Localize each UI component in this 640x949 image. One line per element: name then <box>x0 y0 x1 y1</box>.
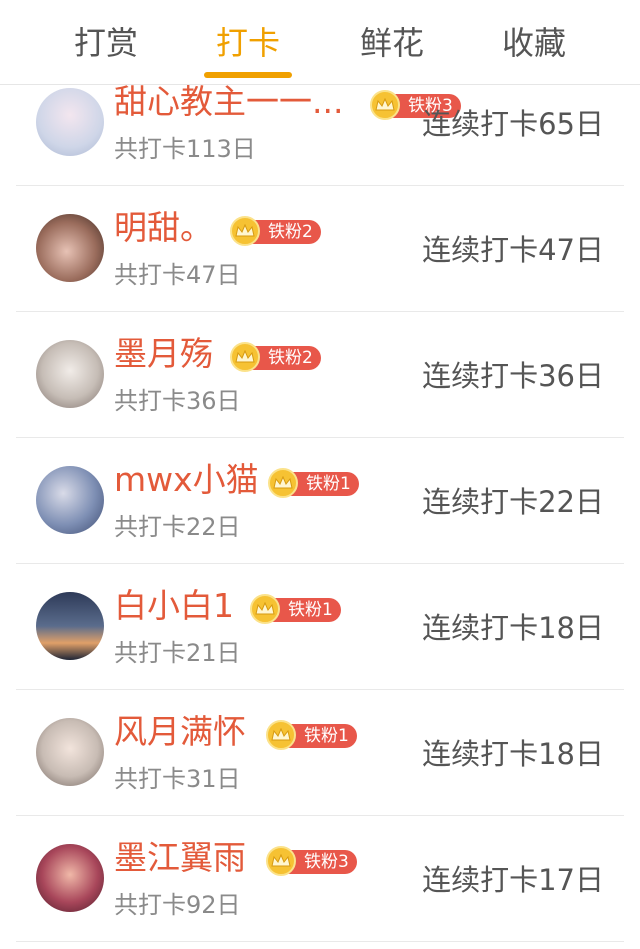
streak-checkin: 连续打卡22日 <box>422 485 604 519</box>
crown-icon <box>266 720 296 750</box>
total-checkin: 共打卡92日 <box>114 891 241 919</box>
avatar[interactable] <box>36 214 104 282</box>
user-name[interactable]: 白小白1 <box>114 584 234 628</box>
avatar[interactable] <box>36 718 104 786</box>
streak-checkin: 连续打卡18日 <box>422 611 604 645</box>
crown-icon <box>230 342 260 372</box>
avatar[interactable] <box>36 844 104 912</box>
tab-flowers[interactable]: 鲜花 <box>332 18 452 68</box>
crown-icon <box>268 468 298 498</box>
crown-icon <box>250 594 280 624</box>
list-item[interactable]: 墨月殇 铁粉2 共打卡36日 连续打卡36日 <box>0 312 640 438</box>
user-name[interactable]: 风月满怀 <box>114 710 246 754</box>
list-item[interactable]: 风月满怀 铁粉1 共打卡31日 连续打卡18日 <box>0 690 640 816</box>
tab-reward[interactable]: 打赏 <box>46 18 166 68</box>
total-checkin: 共打卡21日 <box>114 639 241 667</box>
total-checkin: 共打卡47日 <box>114 261 241 289</box>
tab-bar: 打赏 打卡 鲜花 收藏 <box>0 0 640 85</box>
avatar[interactable] <box>36 592 104 660</box>
list-item[interactable]: 明甜。 铁粉2 共打卡47日 连续打卡47日 <box>0 186 640 312</box>
user-name[interactable]: 墨月殇 <box>114 332 213 376</box>
list-item[interactable]: mwx小猫 铁粉1 共打卡22日 连续打卡22日 <box>0 438 640 564</box>
total-checkin: 共打卡31日 <box>114 765 241 793</box>
avatar[interactable] <box>36 340 104 408</box>
user-name[interactable]: 墨江翼雨 <box>114 836 246 880</box>
active-tab-indicator <box>204 72 292 78</box>
tab-flowers-label: 鲜花 <box>359 24 424 62</box>
streak-checkin: 连续打卡17日 <box>422 863 604 897</box>
crown-icon <box>230 216 260 246</box>
total-checkin: 共打卡113日 <box>114 135 256 163</box>
total-checkin: 共打卡36日 <box>114 387 241 415</box>
streak-checkin: 连续打卡47日 <box>422 233 604 267</box>
avatar[interactable] <box>36 88 104 156</box>
streak-checkin: 连续打卡18日 <box>422 737 604 771</box>
list-item[interactable]: 白小白1 铁粉1 共打卡21日 连续打卡18日 <box>0 564 640 690</box>
tab-reward-label: 打赏 <box>73 24 138 62</box>
row-divider <box>16 941 624 942</box>
avatar[interactable] <box>36 466 104 534</box>
user-name[interactable]: mwx小猫 <box>114 458 259 502</box>
tab-favorites[interactable]: 收藏 <box>474 18 594 68</box>
tab-checkin[interactable]: 打卡 <box>188 18 308 78</box>
user-name[interactable]: 甜心教主一一... <box>114 80 343 124</box>
tab-favorites-label: 收藏 <box>501 24 566 62</box>
list-item[interactable]: 墨江翼雨 铁粉3 共打卡92日 连续打卡17日 <box>0 816 640 942</box>
crown-icon <box>266 846 296 876</box>
user-name[interactable]: 明甜。 <box>114 206 213 250</box>
checkin-list: 甜心教主一一... 铁粉3 共打卡113日 连续打卡65日 明甜。 铁粉2 共打… <box>0 60 640 942</box>
tab-checkin-label: 打卡 <box>215 24 280 62</box>
streak-checkin: 连续打卡36日 <box>422 359 604 393</box>
streak-checkin: 连续打卡65日 <box>422 107 604 141</box>
total-checkin: 共打卡22日 <box>114 513 241 541</box>
crown-icon <box>370 90 400 120</box>
